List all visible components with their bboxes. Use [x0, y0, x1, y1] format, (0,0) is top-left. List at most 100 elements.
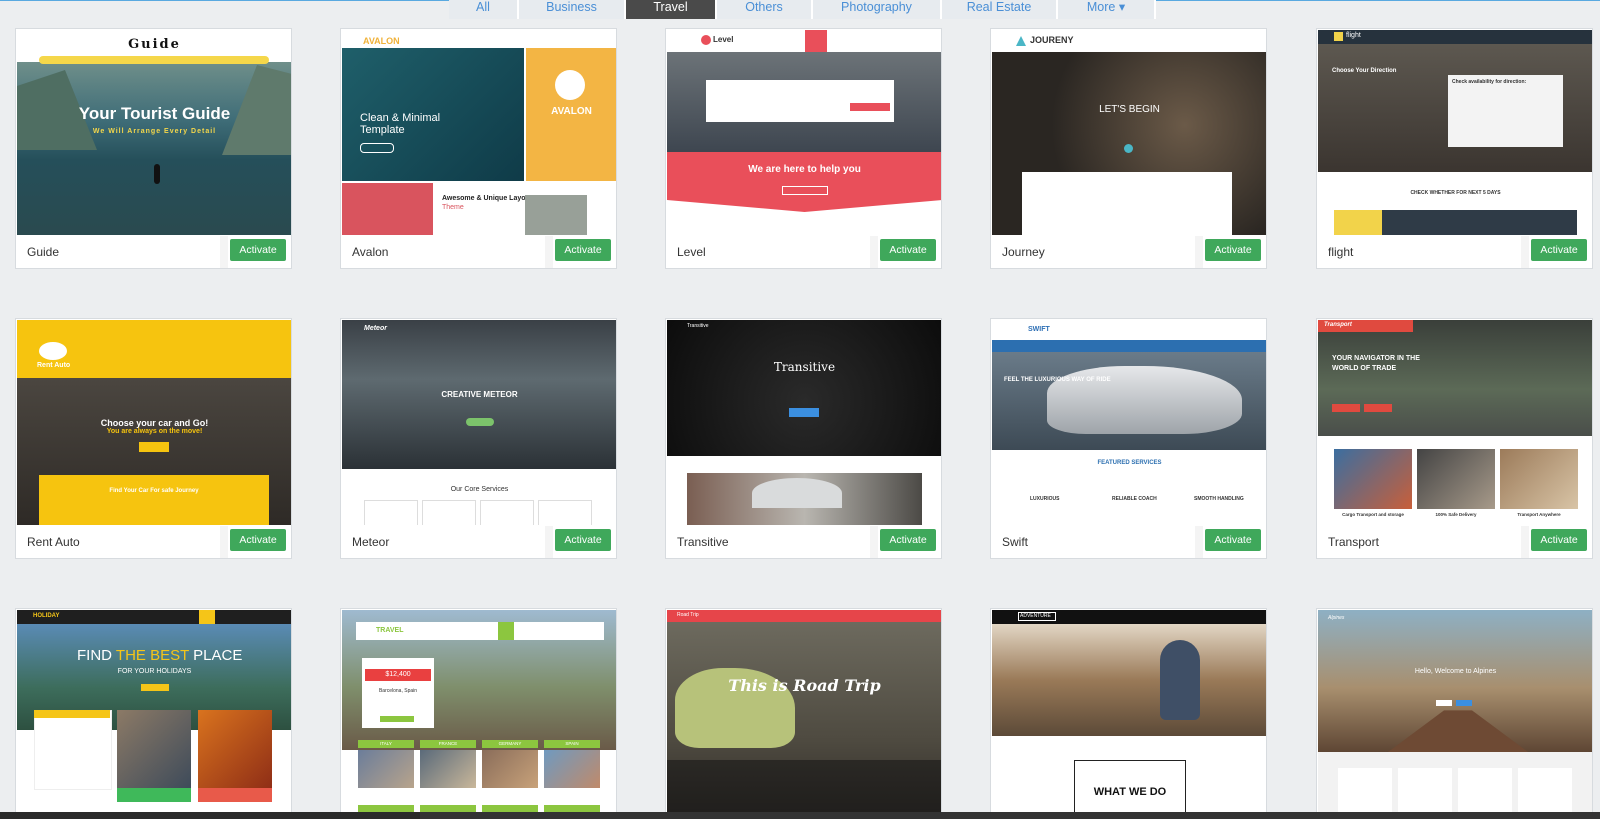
preview-feature-2: RELIABLE COACH	[1112, 496, 1157, 502]
preview-badge: AVALON	[551, 106, 592, 117]
activate-button[interactable]: Activate	[1205, 529, 1261, 551]
tab-real-estate[interactable]: Real Estate	[942, 0, 1058, 19]
preview-title: Hello, Welcome to Alpines	[1414, 668, 1497, 675]
preview-logo: HOLIDAY	[33, 613, 60, 619]
template-preview[interactable]: Road Trip This is Road Trip	[667, 610, 941, 818]
preview-section-2: Theme	[442, 204, 464, 211]
preview-subtitle: We Will Arrange Every Detail	[92, 128, 217, 135]
preview-title: Choose Your Direction	[1332, 68, 1397, 74]
template-card-level: Level We are here to help you Level Acti…	[665, 28, 942, 269]
preview-logo: Meteor	[364, 325, 387, 332]
template-preview[interactable]: AVALON Clean & Minimal Template AVALON A…	[342, 30, 616, 235]
template-card-adventure: ADVENTURE WHAT WE DO	[990, 608, 1267, 819]
template-preview[interactable]: Transitive Transitive	[667, 320, 941, 525]
template-preview[interactable]: flight Choose Your Direction Check avail…	[1318, 30, 1592, 235]
template-preview[interactable]: HOLIDAY FIND THE BEST PLACE FOR YOUR HOL…	[17, 610, 291, 818]
preview-caption-1: Cargo Transport and storage	[1342, 512, 1404, 517]
preview-logo: flight	[1346, 32, 1361, 39]
card-footer: Level Activate	[666, 236, 941, 268]
card-footer: Guide Activate	[16, 236, 291, 268]
template-preview[interactable]: JOURENY LET'S BEGIN	[992, 30, 1266, 235]
template-preview[interactable]: Rent Auto Choose your car and Go! You ar…	[17, 320, 291, 525]
preview-title: YOUR NAVIGATOR IN THE WORLD OF TRADE	[1332, 355, 1420, 372]
preview-subtitle: FOR YOUR HOLIDAYS	[117, 668, 192, 675]
preview-title: CREATIVE METEOR	[441, 390, 518, 399]
preview-logo: Alpines	[1328, 615, 1345, 621]
tab-business[interactable]: Business	[519, 0, 626, 19]
preview-feature-3: SMOOTH HANDLING	[1194, 496, 1244, 502]
activate-button[interactable]: Activate	[1205, 239, 1261, 261]
card-footer: Meteor Activate	[341, 526, 616, 558]
preview-label-4: SPAIN	[565, 741, 579, 746]
activate-button[interactable]: Activate	[880, 239, 936, 261]
tab-photography[interactable]: Photography	[813, 0, 942, 19]
preview-title: Transitive	[773, 360, 836, 374]
template-card-swift: SWIFT FEEL THE LUXURIOUS WAY OF RIDE FEA…	[990, 318, 1267, 559]
preview-nav	[39, 56, 269, 64]
preview-section: FEATURED SERVICES	[1097, 460, 1162, 466]
activate-button[interactable]: Activate	[880, 529, 936, 551]
template-name: Journey	[1002, 245, 1045, 259]
template-preview[interactable]: Guide Your Tourist Guide We Will Arrange…	[17, 30, 291, 235]
preview-label-1: ITALY	[380, 741, 392, 746]
preview-logo: Rent Auto	[37, 362, 71, 369]
preview-logo: Transitive	[687, 323, 709, 329]
card-footer: Transitive Activate	[666, 526, 941, 558]
template-card-holiday: HOLIDAY FIND THE BEST PLACE FOR YOUR HOL…	[15, 608, 292, 819]
template-name: Guide	[27, 245, 60, 259]
template-preview[interactable]: TRAVEL $12,400 Barcelona, Spain ITALY FR…	[342, 610, 616, 818]
template-preview[interactable]: Transport YOUR NAVIGATOR IN THE WORLD OF…	[1318, 320, 1592, 525]
preview-logo: Guide	[128, 37, 181, 52]
preview-title: FEEL THE LUXURIOUS WAY OF RIDE	[1004, 377, 1111, 383]
template-name: Transitive	[677, 535, 729, 549]
template-name: Rent Auto	[27, 535, 80, 549]
template-card-transitive: Transitive Transitive Transitive Activat…	[665, 318, 942, 559]
tab-travel[interactable]: Travel	[626, 0, 717, 19]
template-name: flight	[1328, 245, 1354, 259]
preview-panel: Find Your Car For safe Journey	[109, 488, 199, 494]
template-name: Meteor	[352, 535, 390, 549]
template-name: Level	[677, 245, 706, 259]
template-preview[interactable]: Level We are here to help you	[667, 30, 941, 235]
preview-feature-1: LUXURIOUS	[1030, 496, 1060, 502]
template-card-rent-auto: Rent Auto Choose your car and Go! You ar…	[15, 318, 292, 559]
template-name: Swift	[1002, 535, 1029, 549]
activate-button[interactable]: Activate	[555, 239, 611, 261]
tab-others[interactable]: Others	[717, 0, 813, 19]
preview-section: Awesome & Unique Layout	[442, 195, 533, 202]
preview-logo: Road Trip	[677, 612, 699, 618]
preview-logo: AVALON	[363, 36, 400, 46]
template-name: Transport	[1328, 535, 1379, 549]
card-footer: Rent Auto Activate	[16, 526, 291, 558]
activate-button[interactable]: Activate	[230, 239, 286, 261]
card-footer: Avalon Activate	[341, 236, 616, 268]
template-preview[interactable]: Meteor CREATIVE METEOR Our Core Services	[342, 320, 616, 525]
template-preview[interactable]: ADVENTURE WHAT WE DO	[992, 610, 1266, 818]
preview-label-3: GERMANY	[498, 741, 522, 746]
tab-all[interactable]: All	[449, 0, 519, 19]
preview-place: Barcelona, Spain	[378, 688, 418, 694]
preview-title: This is Road Trip	[728, 676, 881, 695]
preview-caption-2: 100% Safe Delivery	[1435, 512, 1477, 517]
bottom-bar-segment	[0, 812, 420, 819]
card-footer: Transport Activate	[1317, 526, 1592, 558]
activate-button[interactable]: Activate	[1531, 239, 1587, 261]
template-card-avalon: AVALON Clean & Minimal Template AVALON A…	[340, 28, 617, 269]
preview-logo: Transport	[1324, 322, 1352, 328]
template-name: Avalon	[352, 245, 389, 259]
template-preview[interactable]: Alpines Hello, Welcome to Alpines	[1318, 610, 1592, 818]
activate-button[interactable]: Activate	[555, 529, 611, 551]
preview-title: Choose your car and Go!	[100, 418, 209, 428]
card-footer: Journey Activate	[991, 236, 1266, 268]
template-preview[interactable]: SWIFT FEEL THE LUXURIOUS WAY OF RIDE FEA…	[992, 320, 1266, 525]
preview-logo: ADVENTURE	[1020, 613, 1051, 619]
tab-more[interactable]: More ▾	[1058, 0, 1156, 19]
activate-button[interactable]: Activate	[230, 529, 286, 551]
template-card-journey: JOURENY LET'S BEGIN Journey Activate	[990, 28, 1267, 269]
card-footer: Swift Activate	[991, 526, 1266, 558]
preview-price: $12,400	[385, 671, 411, 678]
template-card-guide: Guide Your Tourist Guide We Will Arrange…	[15, 28, 292, 269]
preview-cta: CHECK WHETHER FOR NEXT 5 DAYS	[1410, 190, 1501, 196]
activate-button[interactable]: Activate	[1531, 529, 1587, 551]
card-footer: flight Activate	[1317, 236, 1592, 268]
